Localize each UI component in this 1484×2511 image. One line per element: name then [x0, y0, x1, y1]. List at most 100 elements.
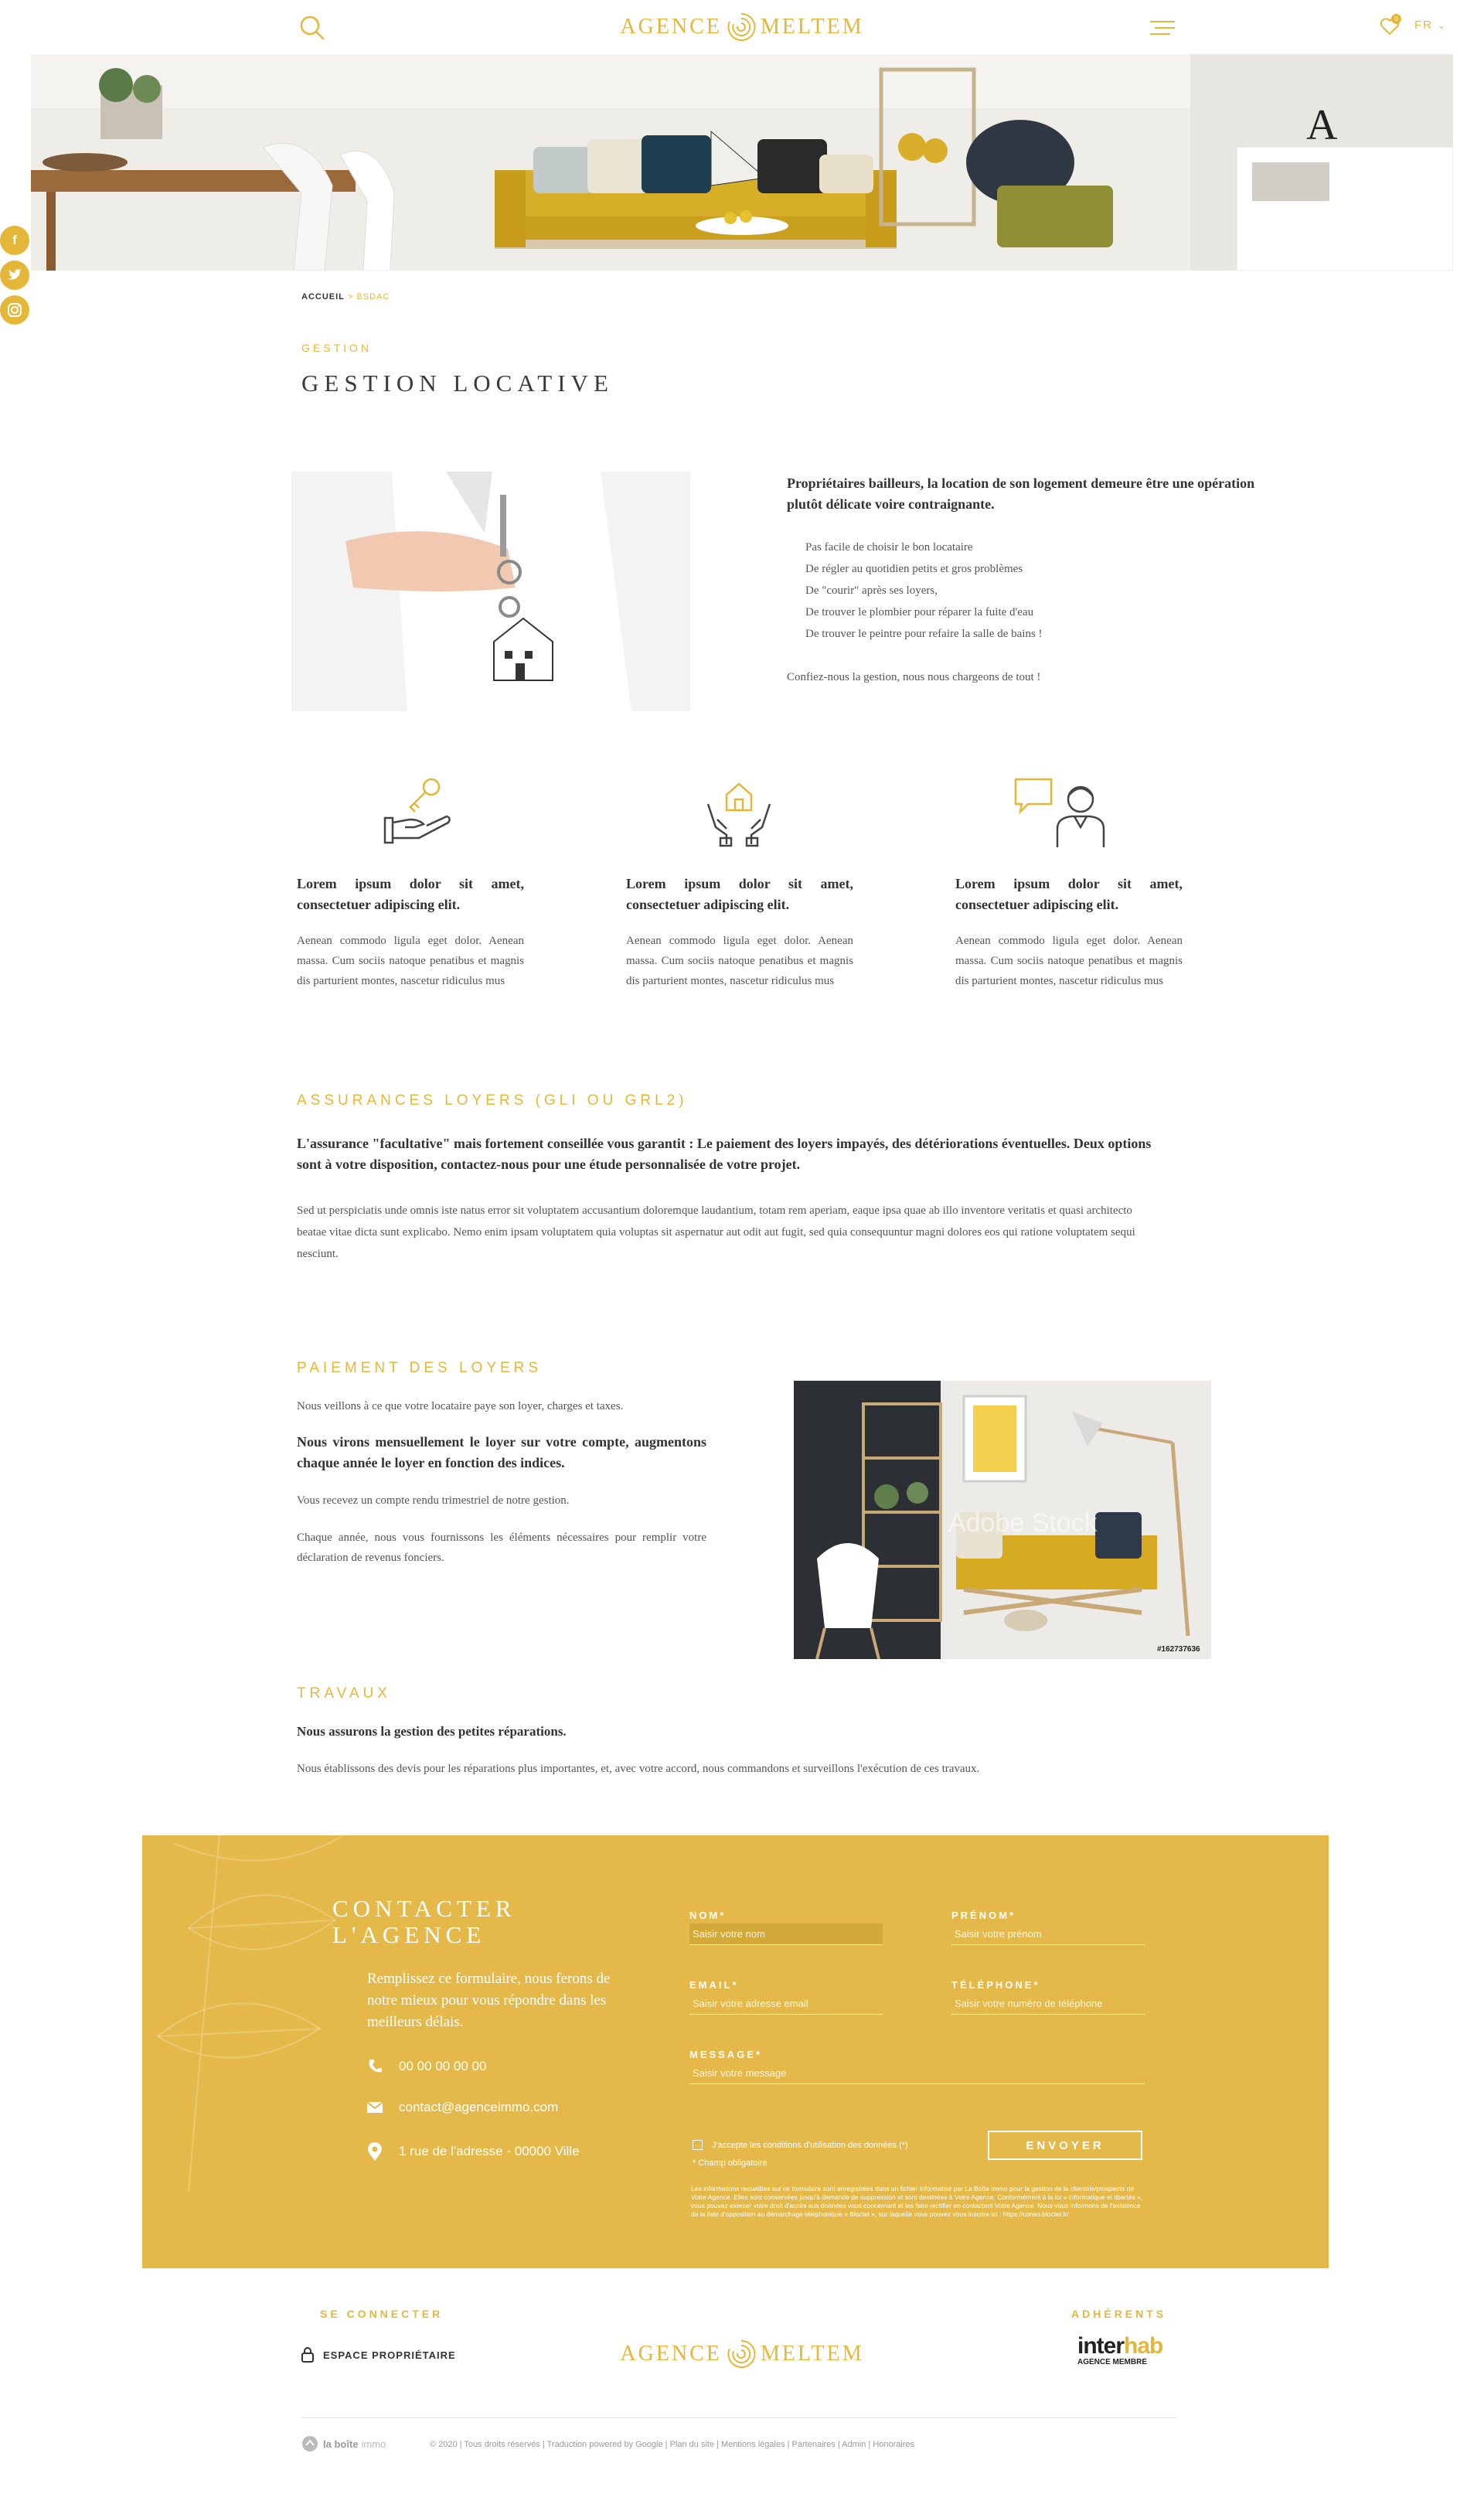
location-pin-icon: [368, 2142, 382, 2161]
intro-list: Pas facile de choisir le bon locataire D…: [805, 537, 1269, 645]
feature-card: Lorem ipsum dolor sit amet, consectetuer…: [626, 773, 853, 991]
message-input[interactable]: [689, 2063, 1145, 2084]
list-item: Pas facile de choisir le bon locataire: [805, 541, 973, 554]
image-watermark: Adobe Stock: [948, 1508, 1098, 1538]
travaux-text: Nous établissons des devis pour les répa…: [297, 1763, 980, 1775]
contact-phone: 00 00 00 00 00: [366, 2058, 486, 2075]
search-icon[interactable]: [298, 14, 326, 42]
hands-house-icon: [700, 773, 778, 850]
favorites-heart-icon[interactable]: 0: [1379, 14, 1401, 37]
feature-title: Lorem ipsum dolor sit amet, consectetuer…: [955, 876, 1183, 912]
contact-email-text[interactable]: contact@agenceimmo.com: [399, 2100, 558, 2115]
interhab-subtitle: AGENCE MEMBRE: [1077, 2358, 1148, 2366]
paiement-lead: Nous virons mensuellement le loyer sur v…: [297, 1434, 706, 1470]
footer-logo-text-right: MELTEM: [760, 2342, 864, 2366]
travaux-lead: Nous assurons la gestion des petites rép…: [297, 1724, 567, 1739]
assurances-text: Sed ut perspiciatis unde omnis iste natu…: [297, 1204, 1135, 1260]
svg-text:A: A: [1306, 101, 1338, 149]
members-label: ADHÉRENTS: [1071, 2308, 1167, 2320]
facebook-icon[interactable]: f: [0, 226, 29, 255]
contact-title-line2: L'AGENCE: [332, 1921, 486, 1948]
email-label: EMAIL*: [689, 1979, 739, 1991]
owner-space-link[interactable]: ESPACE PROPRIÉTAIRE: [301, 2347, 456, 2363]
footer-logo-text-left: AGENCE: [620, 2342, 722, 2366]
laboite-text-b: immo: [361, 2438, 386, 2450]
contact-address-text: 1 rue de l'adresse - 00000 Ville: [399, 2144, 580, 2158]
agent-chat-icon: [1009, 773, 1118, 850]
chevron-down-icon: ⌄: [1438, 20, 1448, 31]
key-hand-image: [291, 472, 690, 711]
mail-icon: [366, 2101, 383, 2113]
feature-card: Lorem ipsum dolor sit amet, consectetuer…: [955, 773, 1183, 991]
send-button[interactable]: ENVOYER: [988, 2131, 1142, 2160]
list-item: De trouver le plombier pour réparer la f…: [805, 606, 1034, 618]
interhab-logo[interactable]: interhab AGENCE MEMBRE: [1077, 2333, 1163, 2367]
owner-space-text: ESPACE PROPRIÉTAIRE: [323, 2349, 456, 2361]
swirl-logo-icon: [727, 2339, 756, 2368]
consent-row: J'accepte les conditions d'utilisation d…: [693, 2140, 908, 2150]
contact-title-line1: CONTACTER: [332, 1895, 516, 1922]
favorites-count-badge: 0: [1391, 14, 1401, 24]
language-label: FR: [1414, 19, 1433, 32]
hero-banner-image: A: [31, 54, 1453, 271]
prenom-label: PRÉNOM*: [951, 1910, 1016, 1921]
contact-email: contact@agenceimmo.com: [366, 2100, 558, 2115]
site-logo[interactable]: AGENCE MELTEM: [603, 8, 881, 46]
contact-title: CONTACTER L'AGENCE: [332, 1896, 516, 1948]
nom-label: NOM*: [689, 1910, 727, 1921]
footer-divider: [301, 2417, 1176, 2418]
feature-text: Aenean commodo ligula eget dolor. Aenean…: [626, 935, 853, 987]
footer-meta-links[interactable]: © 2020 | Tous droits réservés | Traducti…: [430, 2440, 914, 2449]
contact-phone-text[interactable]: 00 00 00 00 00: [399, 2059, 486, 2074]
assurances-lead: L'assurance "facultative" mais fortement…: [297, 1136, 1152, 1172]
language-selector[interactable]: FR ⌄: [1414, 19, 1447, 32]
feature-card: Lorem ipsum dolor sit amet, consectetuer…: [297, 773, 524, 991]
prenom-input[interactable]: [951, 1923, 1145, 1945]
footer-logo[interactable]: AGENCE MELTEM: [603, 2335, 881, 2373]
interhab-text-b: hab: [1124, 2333, 1163, 2359]
feature-title: Lorem ipsum dolor sit amet, consectetuer…: [626, 876, 853, 912]
image-id: #162737636: [1157, 1645, 1200, 1654]
legal-notice: Les informations recueillies sur ce form…: [691, 2185, 1143, 2218]
paiement-p3: Chaque année, nous vous fournissons les …: [297, 1531, 706, 1564]
hand-key-icon: [379, 773, 456, 850]
page-title: GESTION LOCATIVE: [301, 370, 614, 397]
breadcrumb: ACCUEIL > BSDAC: [301, 292, 390, 302]
required-note: * Champ obligatoire: [693, 2158, 768, 2168]
logo-text-right: MELTEM: [760, 15, 864, 39]
paiement-p1: Nous veillons à ce que votre locataire p…: [297, 1400, 624, 1412]
list-item: De régler au quotidien petits et gros pr…: [805, 563, 1023, 575]
email-input[interactable]: [689, 1993, 883, 2015]
breadcrumb-home[interactable]: ACCUEIL: [301, 292, 345, 302]
page-eyebrow: GESTION: [301, 342, 373, 354]
feature-text: Aenean commodo ligula eget dolor. Aenean…: [297, 935, 524, 987]
lock-icon: [301, 2347, 314, 2363]
phone-icon: [369, 2060, 382, 2073]
instagram-icon[interactable]: [0, 295, 29, 325]
twitter-icon[interactable]: [0, 261, 29, 290]
feature-title: Lorem ipsum dolor sit amet, consectetuer…: [297, 876, 524, 912]
intro-closing: Confiez-nous la gestion, nous nous charg…: [787, 671, 1041, 683]
travaux-title: TRAVAUX: [297, 1685, 391, 1702]
breadcrumb-separator: >: [347, 292, 354, 302]
telephone-input[interactable]: [951, 1993, 1145, 2015]
consent-text: J'accepte les conditions d'utilisation d…: [712, 2140, 908, 2150]
list-item: De trouver le peintre pour refaire la sa…: [805, 628, 1043, 640]
nom-input[interactable]: [689, 1923, 883, 1945]
contact-intro: Remplissez ce formulaire, nous ferons de…: [367, 1971, 611, 2030]
consent-checkbox[interactable]: [693, 2140, 703, 2150]
menu-icon[interactable]: [1147, 17, 1178, 39]
logo-text-left: AGENCE: [620, 15, 722, 39]
message-label: MESSAGE*: [689, 2049, 763, 2060]
paiement-title: PAIEMENT DES LOYERS: [297, 1360, 543, 1376]
intro-lead: Propriétaires bailleurs, la location de …: [787, 475, 1255, 512]
laboite-logo[interactable]: la boîte immo: [301, 2435, 386, 2452]
contact-address: 1 rue de l'adresse - 00000 Ville: [366, 2141, 580, 2162]
feature-text: Aenean commodo ligula eget dolor. Aenean…: [955, 935, 1183, 987]
assurances-title: ASSURANCES LOYERS (GLI OU GRL2): [297, 1092, 688, 1109]
contact-section: CONTACTER L'AGENCE Remplissez ce formula…: [142, 1835, 1329, 2268]
site-header: AGENCE MELTEM 0 FR ⌄: [0, 0, 1484, 54]
laboite-logo-icon: [302, 2436, 318, 2451]
connect-label: SE CONNECTER: [320, 2308, 444, 2320]
living-room-image: Adobe Stock #162737636: [794, 1381, 1211, 1659]
